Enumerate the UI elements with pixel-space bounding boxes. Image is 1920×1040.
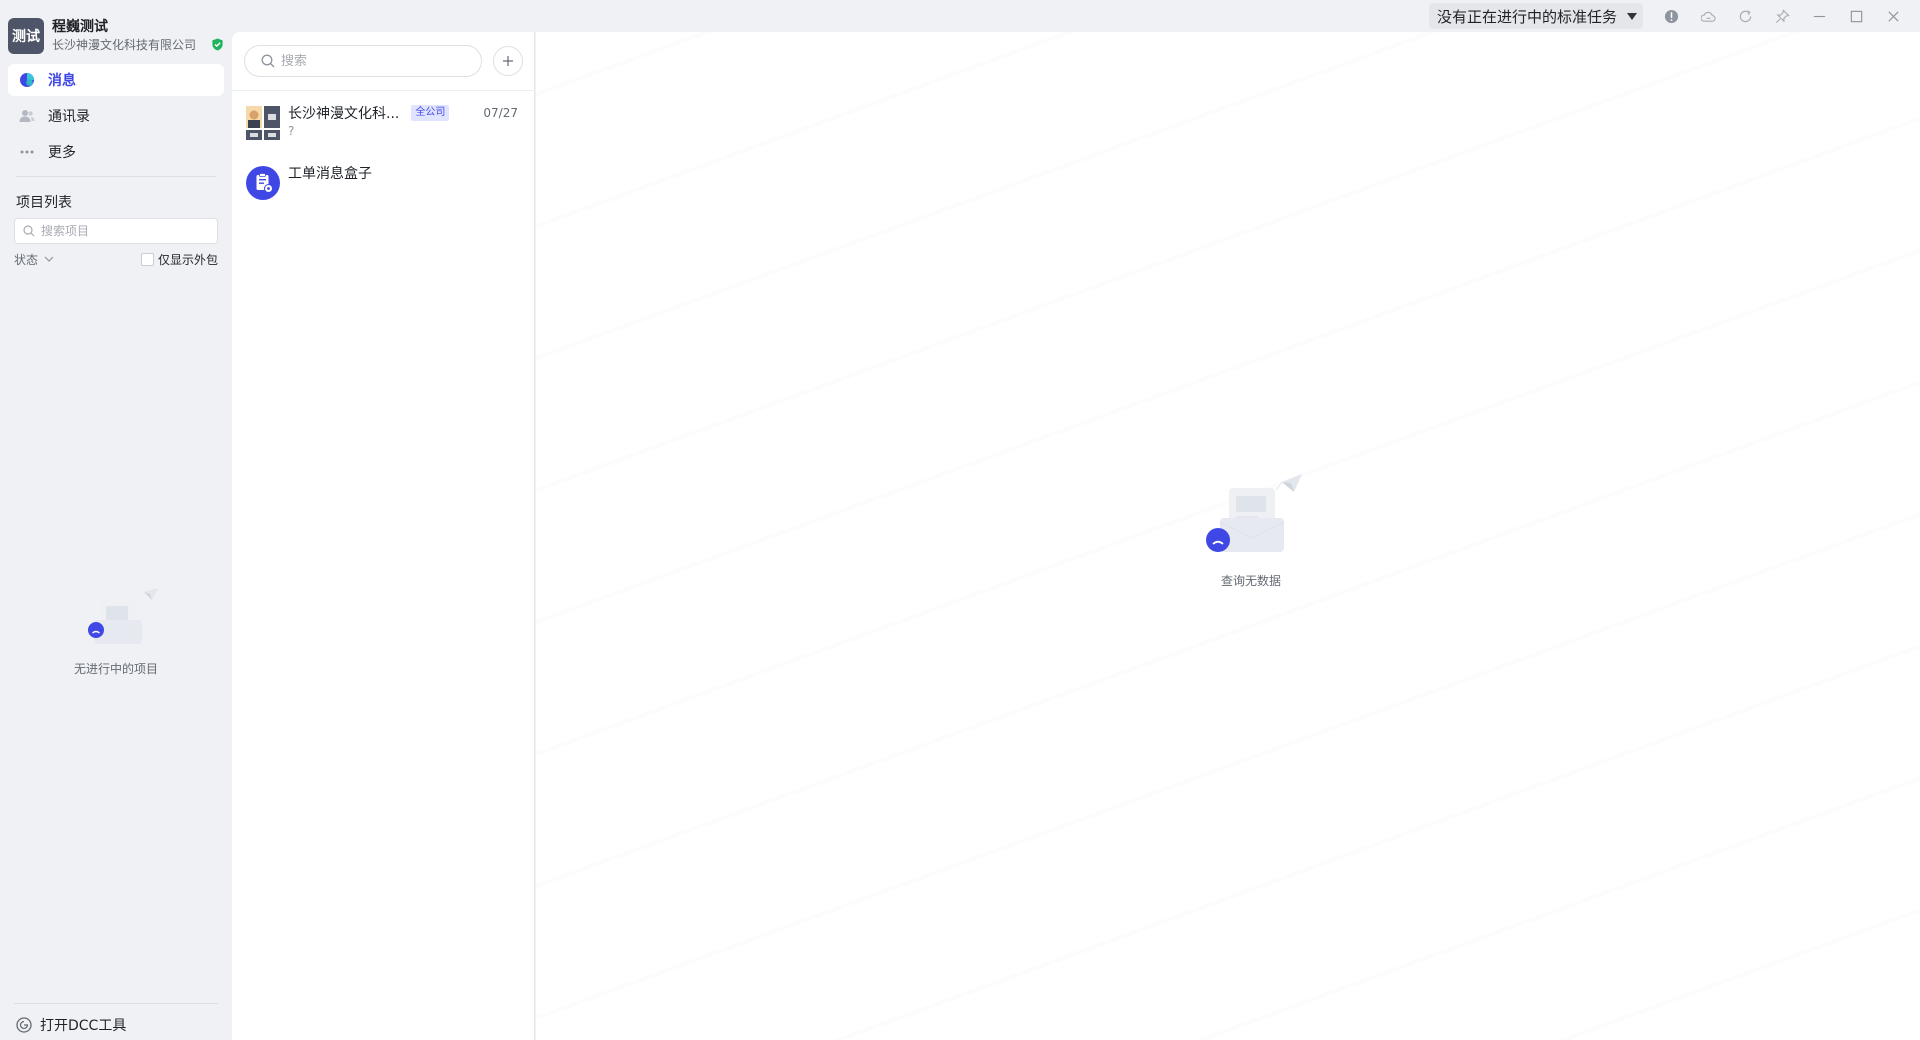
refresh-icon [1739, 9, 1752, 22]
minimize-icon [1813, 15, 1826, 17]
nav-item-label: 更多 [48, 145, 76, 161]
main-empty-state: 查询无数据 [1186, 472, 1316, 589]
caret-down-icon [1627, 12, 1637, 20]
minimize-button[interactable] [1801, 1, 1838, 31]
main-content: 查询无数据 [536, 32, 1920, 1040]
chevron-down-icon [44, 256, 54, 262]
conversation-item-ticket-box[interactable]: 工单消息盒子 [232, 164, 534, 224]
conversation-search-row [244, 45, 524, 77]
outsource-label: 仅显示外包 [157, 252, 218, 267]
pin-button[interactable] [1764, 1, 1801, 31]
conversation-name: 长沙神漫文化科... [288, 106, 400, 122]
status-filter-dropdown[interactable]: 状态 [14, 251, 54, 268]
conversation-name: 工单消息盒子 [288, 166, 372, 182]
status-filter-label: 状态 [14, 252, 39, 267]
conversation-body: 工单消息盒子 [288, 164, 518, 182]
nav-divider [16, 176, 216, 177]
maximize-button[interactable] [1838, 1, 1875, 31]
project-empty-state: 无进行中的项目 [16, 588, 216, 677]
empty-mailbox-illustration [88, 588, 158, 644]
org-switcher[interactable]: 测试 程巍测试 长沙神漫文化科技有限公司 [8, 16, 224, 56]
standard-task-dropdown[interactable]: 没有正在进行中的标准任务 [1428, 3, 1643, 29]
add-conversation-button[interactable] [493, 46, 523, 76]
project-filter-row: 状态 仅显示外包 [14, 251, 218, 267]
open-dcc-tool-button[interactable]: 打开DCC工具 [16, 1015, 126, 1035]
sidebar-bottom-divider [14, 1003, 218, 1004]
all-company-badge: 全公司 [411, 105, 450, 121]
conversation-header: 工单消息盒子 [288, 164, 518, 182]
conversation-search-input[interactable] [281, 53, 471, 69]
left-sidebar: 测试 程巍测试 长沙神漫文化科技有限公司 消息 通讯录 更多 项目列表 搜索项目… [0, 0, 232, 1040]
nav-item-contacts[interactable]: 通讯录 [8, 100, 224, 132]
cloud-sync-icon [1701, 11, 1716, 22]
dcc-tool-icon [16, 1017, 32, 1033]
org-company: 长沙神漫文化科技有限公司 [52, 38, 197, 52]
org-avatar: 测试 [8, 18, 44, 54]
maximize-icon [1850, 10, 1863, 22]
verified-shield-icon [212, 38, 223, 51]
ticket-clipboard-icon [246, 166, 280, 200]
group-avatar-icon [246, 106, 280, 140]
search-icon [23, 225, 35, 237]
title-bar: 没有正在进行中的标准任务 [232, 0, 1920, 32]
empty-mailbox-illustration [1206, 474, 1302, 552]
project-search-input[interactable] [41, 224, 201, 238]
conversation-search-box [244, 45, 482, 77]
conversation-header: 长沙神漫文化科... 全公司 07/27 [288, 104, 518, 122]
nav-item-label: 消息 [48, 73, 76, 89]
nav-item-label: 通讯录 [48, 109, 90, 125]
info-icon [1664, 9, 1679, 23]
conversation-item-company-group[interactable]: 长沙神漫文化科... 全公司 07/27 ? [232, 104, 534, 164]
cloud-sync-button[interactable] [1690, 1, 1727, 31]
standard-task-status: 没有正在进行中的标准任务 [1436, 7, 1617, 26]
org-info: 程巍测试 长沙神漫文化科技有限公司 [52, 18, 212, 54]
main-nav: 消息 通讯录 更多 [8, 64, 224, 172]
conversation-preview: ? [288, 124, 295, 138]
contacts-icon [18, 107, 36, 125]
conversation-divider [232, 90, 535, 91]
close-icon [1888, 10, 1899, 22]
conversation-time: 07/27 [483, 106, 518, 120]
conversation-body: 长沙神漫文化科... 全公司 07/27 ? [288, 104, 518, 138]
outsource-only-toggle[interactable]: 仅显示外包 [140, 251, 218, 268]
close-button[interactable] [1875, 1, 1912, 31]
search-icon [261, 54, 275, 68]
main-empty-text: 查询无数据 [1220, 574, 1281, 588]
project-search-box [14, 218, 218, 244]
open-dcc-tool-label: 打开DCC工具 [40, 1018, 127, 1034]
conversation-panel: 长沙神漫文化科... 全公司 07/27 ? 工单消息盒子 [232, 32, 535, 1040]
outsource-checkbox[interactable] [140, 252, 154, 266]
app-window: 测试 程巍测试 长沙神漫文化科技有限公司 消息 通讯录 更多 项目列表 搜索项目… [0, 0, 1920, 1040]
info-button[interactable] [1653, 1, 1690, 31]
pin-icon [1776, 8, 1790, 23]
org-name: 程巍测试 [52, 19, 108, 35]
message-icon [18, 71, 36, 89]
more-icon [18, 143, 36, 161]
nav-item-more[interactable]: 更多 [8, 136, 224, 168]
plus-icon [503, 56, 513, 66]
nav-item-messages[interactable]: 消息 [8, 64, 224, 96]
refresh-button[interactable] [1727, 1, 1764, 31]
project-empty-text: 无进行中的项目 [73, 662, 158, 676]
project-list-title: 项目列表 [16, 195, 72, 211]
